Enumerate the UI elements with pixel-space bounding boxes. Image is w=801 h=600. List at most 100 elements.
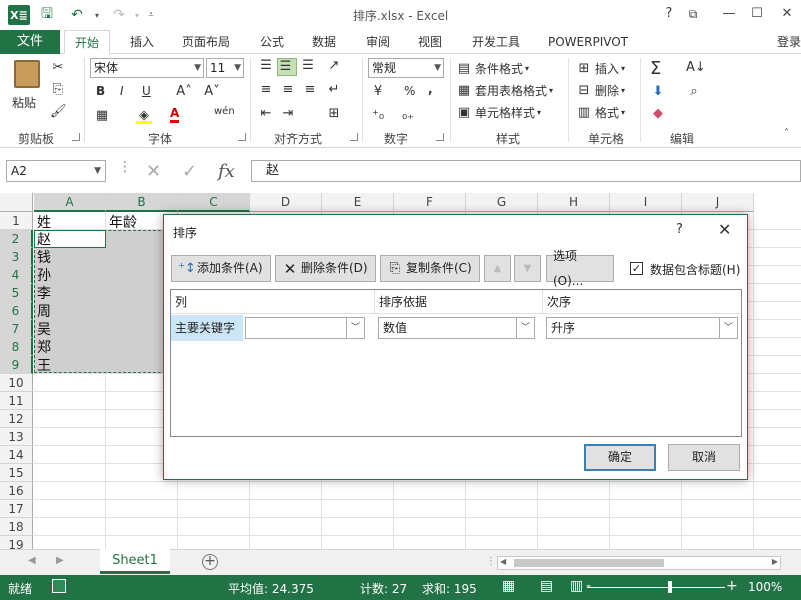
add-sheet-icon[interactable]: + [202,554,218,570]
row-header-4[interactable]: 4 [0,266,33,284]
increase-indent-icon[interactable]: ⇥ [280,106,299,122]
paste-label[interactable]: 粘贴 [12,94,36,111]
align-center-icon[interactable]: ≡ [280,82,299,98]
cancel-entry-icon[interactable]: ✕ [146,161,161,182]
cell-a5[interactable]: 李 [34,283,51,303]
row-header-10[interactable]: 10 [0,374,33,392]
italic-button[interactable]: I [120,84,124,98]
cell-a2[interactable]: 赵 [34,229,51,249]
increase-font-icon[interactable]: A˄ [176,84,195,100]
row-header-9[interactable]: 9 [0,356,33,374]
fill-color-icon[interactable]: ◈ [136,108,155,124]
move-down-icon[interactable]: ▼ [514,255,541,282]
row-header-1[interactable]: 1 [0,212,33,230]
dialog-help-button[interactable]: ? [676,222,683,237]
cell-a7[interactable]: 吴 [34,319,51,339]
wrap-text-icon[interactable]: ↵ [326,82,345,98]
clipboard-launcher-icon[interactable] [72,133,80,141]
has-headers-checkbox[interactable]: ✓ [630,262,643,275]
tab-formulas[interactable]: 公式 [260,30,284,54]
underline-button[interactable]: U [142,84,151,98]
merge-center-icon[interactable]: ⊞ [326,106,345,122]
insert-function-icon[interactable]: fx [218,161,235,182]
align-bottom-icon[interactable]: ☰ [300,58,319,74]
next-sheet-icon[interactable]: ▶ [56,555,64,566]
zoom-level[interactable]: 100% [748,580,782,594]
ok-button[interactable]: 确定 [584,444,656,471]
close-button[interactable]: ✕ [774,4,800,24]
minimize-button[interactable]: — [716,4,742,24]
font-color-icon[interactable]: A [170,106,180,123]
copy-icon[interactable]: ⎘ [50,82,69,98]
border-icon[interactable]: ▦ [94,108,113,124]
tab-home[interactable]: 开始 [64,30,111,55]
decrease-font-icon[interactable]: A˅ [204,84,223,100]
tab-split-handle-icon[interactable]: ⋮ [486,556,496,567]
cell-b1[interactable]: 年龄 [106,212,137,232]
cancel-button[interactable]: 取消 [668,444,740,471]
font-size-select[interactable]: 11 ▼ [206,58,244,78]
tab-review[interactable]: 审阅 [366,30,390,54]
number-launcher-icon[interactable] [436,133,444,141]
sort-column-select[interactable]: ﹀ [245,317,365,339]
copy-level-button[interactable]: ⎘ 复制条件(C) [380,255,480,282]
cut-icon[interactable]: ✂ [50,60,69,76]
phonetic-guide-icon[interactable]: wén [214,106,235,117]
sheet-tab-sheet1[interactable]: Sheet1 [100,549,170,574]
number-format-select[interactable]: 常规 ▼ [368,58,444,78]
row-header-11[interactable]: 11 [0,392,33,410]
tab-insert[interactable]: 插入 [130,30,154,54]
zoom-slider[interactable] [587,587,725,588]
cell-a8[interactable]: 郑 [34,337,51,357]
sort-options-button[interactable]: 选项(O)... [546,249,614,288]
sign-in-link[interactable]: 登录 [777,30,801,54]
row-header-12[interactable]: 12 [0,410,33,428]
row-header-19[interactable]: 19 [0,536,33,549]
conditional-format-button[interactable]: ▤ 条件格式 ▾ [456,60,529,77]
font-launcher-icon[interactable] [238,133,246,141]
cell-a6[interactable]: 周 [34,301,51,321]
dialog-close-button[interactable]: ✕ [718,220,731,239]
align-middle-icon[interactable]: ☰ [277,58,297,76]
format-painter-icon[interactable]: 🖌 [50,104,69,120]
row-header-5[interactable]: 5 [0,284,33,302]
macro-record-icon[interactable] [52,579,66,593]
decrease-indent-icon[interactable]: ⇤ [258,106,277,122]
row-header-16[interactable]: 16 [0,482,33,500]
has-headers-label[interactable]: 数据包含标题(H) [650,261,740,278]
column-header-d[interactable]: D [250,193,322,212]
normal-view-icon[interactable]: ▦ [502,578,515,594]
align-top-icon[interactable]: ☰ [258,58,277,74]
zoom-slider-thumb[interactable] [668,581,672,593]
row-header-8[interactable]: 8 [0,338,33,356]
cell-a9[interactable]: 王 [34,355,51,375]
cell-a3[interactable]: 钱 [34,247,51,267]
tab-file[interactable]: 文件 [0,30,60,54]
select-all-corner[interactable] [0,193,33,212]
autosum-icon[interactable]: Σ [650,58,661,79]
row-header-6[interactable]: 6 [0,302,33,320]
sort-filter-icon[interactable]: A↓ [686,60,706,76]
format-as-table-button[interactable]: ▦ 套用表格格式 ▾ [456,82,553,99]
column-header-e[interactable]: E [322,193,394,212]
column-header-i[interactable]: I [610,193,682,212]
column-header-a[interactable]: A [34,193,106,212]
orientation-icon[interactable]: ↗ [326,58,345,74]
prev-sheet-icon[interactable]: ◀ [28,555,36,566]
column-header-f[interactable]: F [394,193,466,212]
tab-data[interactable]: 数据 [312,30,336,54]
insert-cells-button[interactable]: ⊞ 插入 ▾ [576,60,625,77]
column-header-b[interactable]: B [106,193,178,212]
alignment-launcher-icon[interactable] [350,133,358,141]
tab-view[interactable]: 视图 [418,30,442,54]
column-header-h[interactable]: H [538,193,610,212]
formula-input[interactable]: 赵 [251,160,801,182]
comma-style-button[interactable]: , [428,82,433,96]
fill-icon[interactable]: ⬇ [650,84,669,100]
row-header-13[interactable]: 13 [0,428,33,446]
column-header-g[interactable]: G [466,193,538,212]
row-header-7[interactable]: 7 [0,320,33,338]
add-level-button[interactable]: ⁺↕ 添加条件(A) [171,255,271,282]
zoom-out-button[interactable]: - [586,578,591,594]
row-header-14[interactable]: 14 [0,446,33,464]
